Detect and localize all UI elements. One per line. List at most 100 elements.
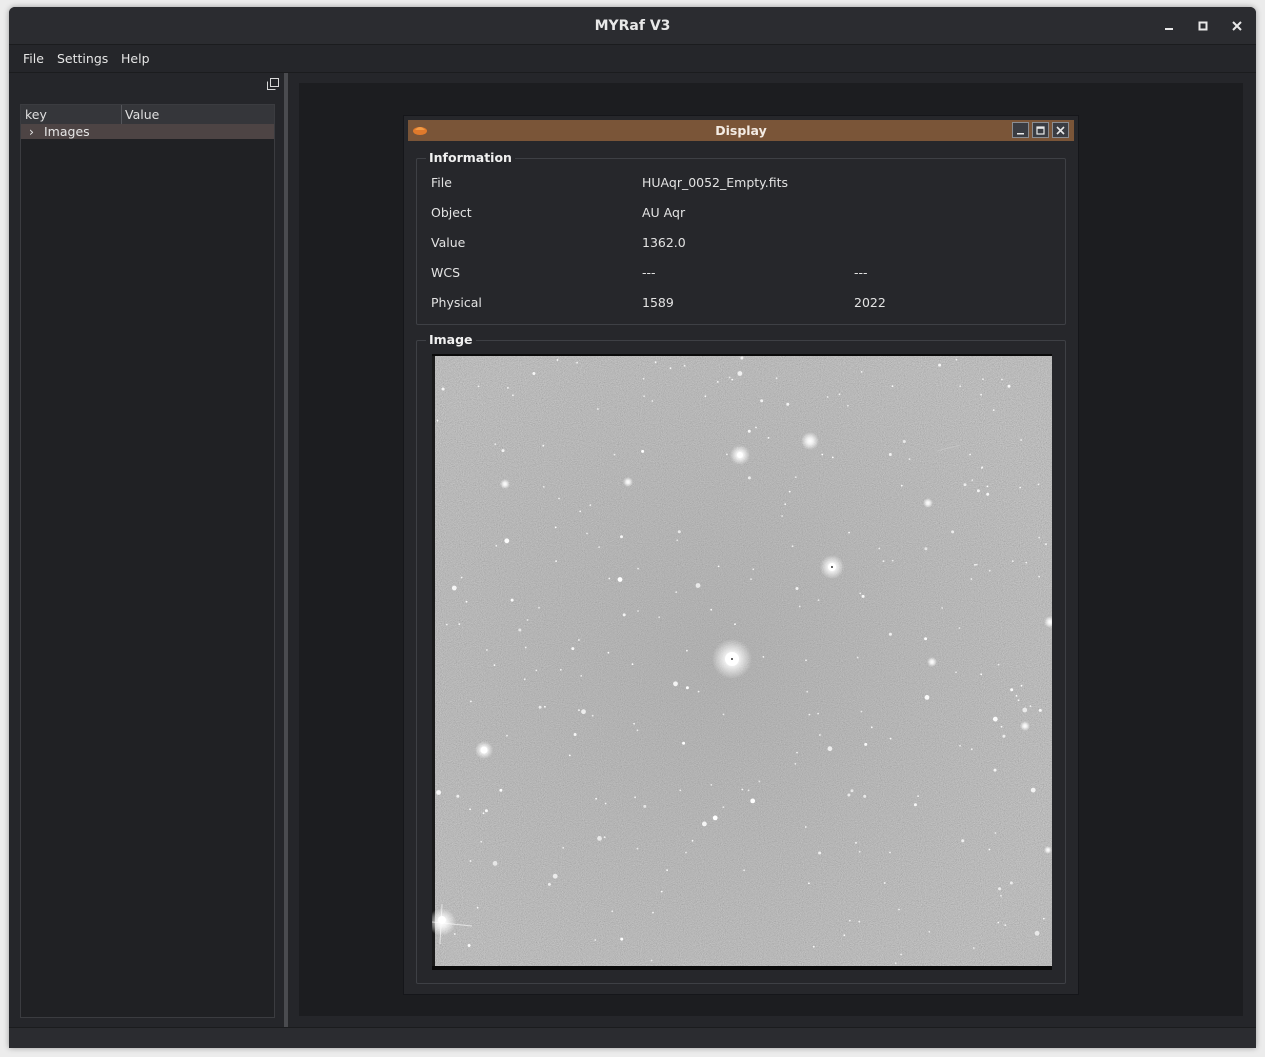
star xyxy=(752,568,755,571)
star xyxy=(1011,560,1014,562)
star xyxy=(786,402,790,406)
star xyxy=(643,804,647,808)
display-title-bar[interactable]: Display xyxy=(408,120,1074,141)
maximize-icon xyxy=(1036,125,1045,135)
star xyxy=(1034,930,1040,936)
star xyxy=(850,789,854,793)
star xyxy=(794,763,797,765)
star xyxy=(589,504,592,506)
menu-settings[interactable]: Settings xyxy=(51,45,114,72)
star xyxy=(576,361,578,364)
star xyxy=(538,606,540,609)
star xyxy=(595,797,597,800)
star xyxy=(898,908,900,911)
sub-maximize-button[interactable] xyxy=(1032,122,1049,138)
close-button[interactable] xyxy=(1227,16,1247,36)
star xyxy=(501,449,505,453)
star xyxy=(747,476,751,480)
star xyxy=(518,628,522,632)
star xyxy=(760,399,764,403)
star xyxy=(482,812,485,815)
star xyxy=(597,836,602,841)
star xyxy=(467,944,471,947)
star xyxy=(826,396,829,398)
float-icon xyxy=(267,78,279,90)
star xyxy=(804,826,807,828)
dock-splitter[interactable] xyxy=(284,73,288,1027)
star xyxy=(436,419,439,422)
star xyxy=(608,577,611,580)
star xyxy=(469,808,471,811)
star xyxy=(831,456,834,459)
menu-help[interactable]: Help xyxy=(115,45,156,72)
star xyxy=(794,476,797,478)
sub-close-button[interactable] xyxy=(1052,122,1069,138)
star xyxy=(654,361,657,364)
star xyxy=(959,385,962,388)
star xyxy=(676,539,679,542)
star xyxy=(975,563,978,566)
star xyxy=(695,583,701,588)
star xyxy=(594,939,597,941)
star xyxy=(523,678,526,681)
minimize-button[interactable] xyxy=(1159,16,1179,36)
star xyxy=(888,453,892,456)
title-bar[interactable]: MYRaf V3 xyxy=(9,7,1256,45)
star xyxy=(637,567,639,570)
star xyxy=(767,437,770,439)
star xyxy=(571,647,575,651)
information-group-title: Information xyxy=(426,150,515,166)
star xyxy=(741,788,744,791)
star xyxy=(808,882,810,885)
star xyxy=(1000,725,1003,728)
star xyxy=(622,613,626,617)
menu-file[interactable]: File xyxy=(17,45,50,72)
star xyxy=(997,921,1000,924)
dock-float-button[interactable] xyxy=(266,76,280,90)
star xyxy=(634,796,636,799)
star xyxy=(578,639,580,641)
info-label: WCS xyxy=(431,265,461,280)
star xyxy=(924,637,928,641)
star xyxy=(562,847,565,849)
chevron-right-icon[interactable]: › xyxy=(29,124,34,139)
image-group-title: Image xyxy=(426,332,476,348)
star xyxy=(552,873,558,879)
maximize-button[interactable] xyxy=(1193,16,1213,36)
star xyxy=(859,592,862,595)
column-key[interactable]: key xyxy=(21,105,122,124)
star xyxy=(480,840,483,843)
star xyxy=(998,887,1001,891)
star xyxy=(924,695,930,700)
star xyxy=(451,585,457,591)
info-value-2: 2022 xyxy=(854,295,886,310)
star xyxy=(1004,924,1007,926)
column-value[interactable]: Value xyxy=(121,105,159,124)
star xyxy=(941,607,943,609)
fits-image-canvas[interactable] xyxy=(432,354,1052,970)
star xyxy=(1020,439,1022,441)
star xyxy=(484,809,488,813)
star xyxy=(506,734,508,737)
star xyxy=(982,378,984,380)
display-title: Display xyxy=(715,123,767,138)
star xyxy=(913,803,917,807)
star xyxy=(702,821,707,827)
menu-bar: File Settings Help xyxy=(9,45,1256,73)
sub-minimize-button[interactable] xyxy=(1012,122,1029,138)
star xyxy=(542,486,545,488)
star xyxy=(652,911,654,914)
star xyxy=(456,794,460,798)
star xyxy=(863,794,867,798)
star xyxy=(458,623,461,625)
star xyxy=(633,722,635,725)
info-value: HUAqr_0052_Empty.fits xyxy=(642,175,789,190)
tree-item-images[interactable]: › Images xyxy=(21,124,274,139)
star xyxy=(554,526,557,529)
key-value-tree[interactable]: key Value › Images xyxy=(20,104,275,1018)
star xyxy=(992,409,995,411)
info-row-value: Value 1362.0 xyxy=(417,233,1065,253)
star-field-image xyxy=(432,354,1052,970)
star xyxy=(726,453,728,456)
star xyxy=(445,623,448,626)
